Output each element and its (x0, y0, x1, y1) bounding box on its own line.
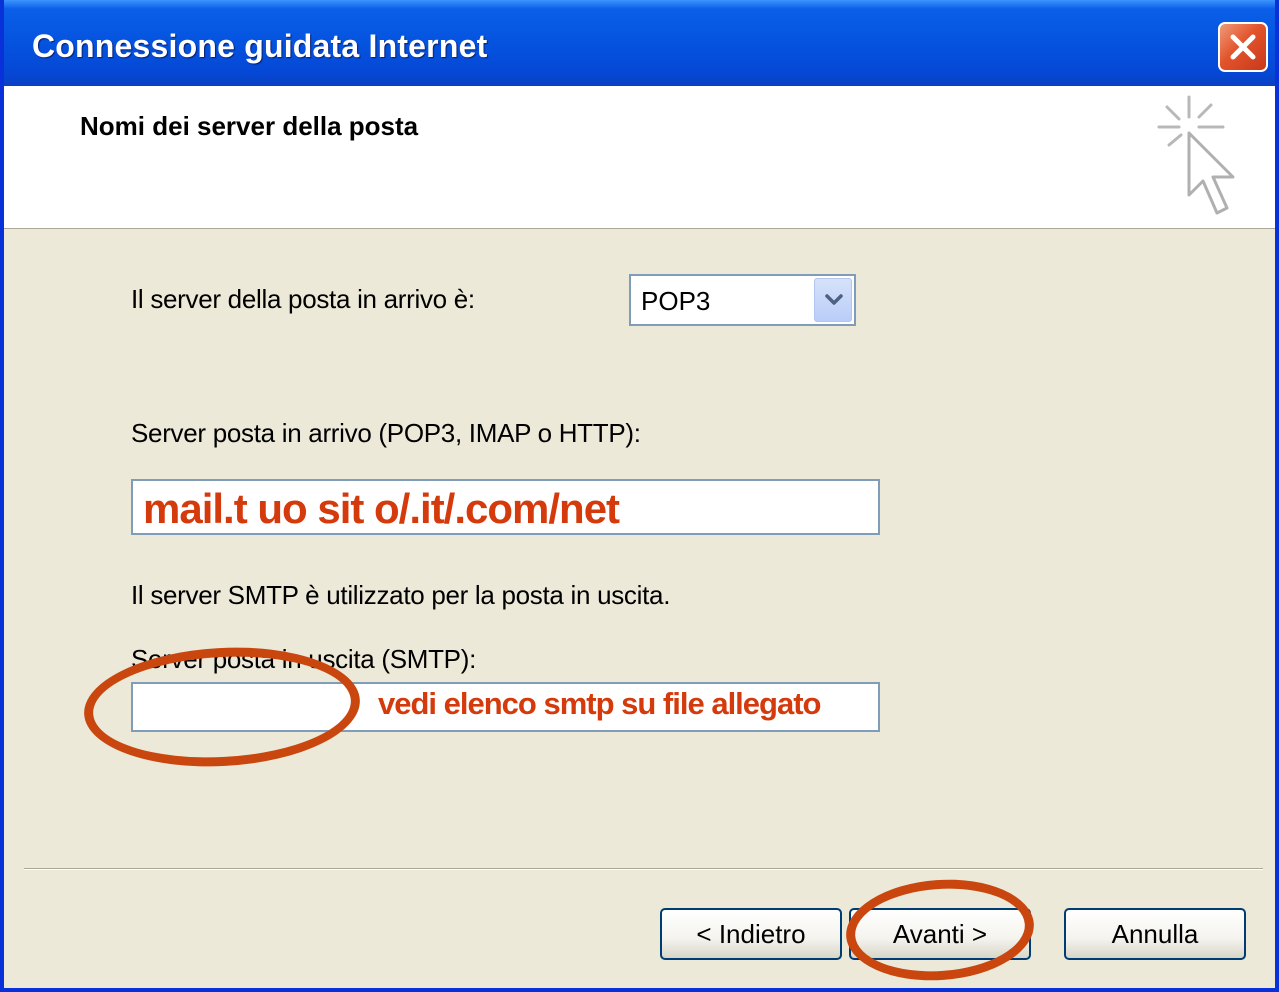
incoming-type-value: POP3 (641, 286, 711, 316)
window-title: Connessione guidata Internet (32, 28, 488, 64)
incoming-server-value: mail.t uo sit o/.it/.com/net (143, 485, 620, 532)
dropdown-button[interactable] (814, 278, 852, 322)
annotation-oval-smtp (81, 640, 363, 774)
separator (24, 868, 1263, 870)
page-title: Nomi dei server della posta (80, 111, 419, 141)
incoming-server-input[interactable]: mail.t uo sit o/.it/.com/net (131, 479, 880, 535)
wizard-cursor-icon (1157, 95, 1235, 215)
back-button[interactable]: < Indietro (660, 908, 842, 960)
wizard-window: Connessione guidata Internet Nomi dei se… (0, 0, 1279, 992)
incoming-type-select[interactable]: POP3 (629, 274, 856, 326)
close-button[interactable] (1218, 22, 1268, 72)
smtp-info-text: Il server SMTP è utilizzato per la posta… (131, 580, 671, 610)
incoming-type-label: Il server della posta in arrivo è: (131, 284, 475, 314)
cancel-button[interactable]: Annulla (1064, 908, 1246, 960)
annotation-oval-next (842, 873, 1038, 987)
chevron-down-icon (825, 294, 843, 305)
title-bar[interactable]: Connessione guidata Internet (4, 0, 1275, 90)
wizard-header (4, 86, 1275, 229)
close-icon (1230, 34, 1256, 60)
incoming-server-label: Server posta in arrivo (POP3, IMAP o HTT… (131, 418, 641, 448)
annotation-text: vedi elenco smtp su file allegato (378, 686, 821, 721)
